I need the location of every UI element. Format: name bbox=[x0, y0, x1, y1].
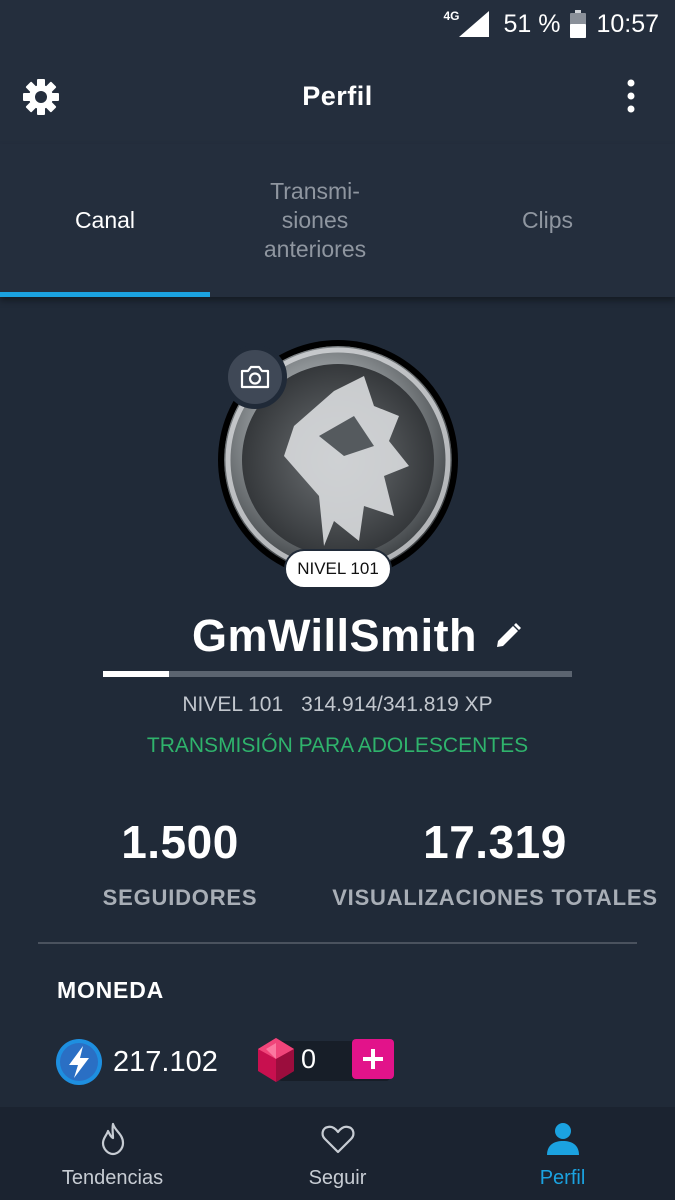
nav-item-profile[interactable]: Perfil bbox=[450, 1107, 675, 1200]
followers-label: SEGUIDORES bbox=[102, 885, 258, 910]
currency-title: MONEDA bbox=[57, 977, 165, 1003]
nav-label: Seguir bbox=[308, 1167, 367, 1189]
more-vert-icon[interactable] bbox=[623, 78, 639, 114]
bolt-icon bbox=[56, 1039, 102, 1085]
tab-past-broadcasts[interactable]: Transmi- siones anteriores bbox=[210, 144, 420, 297]
tab-clips[interactable]: Clips bbox=[420, 144, 675, 297]
followers-count: 1.500 bbox=[121, 816, 239, 868]
avatar-container: NIVEL 101 bbox=[218, 340, 458, 589]
bits-balance: 217.102 bbox=[113, 1046, 218, 1078]
nav-item-trending[interactable]: Tendencias bbox=[0, 1107, 225, 1200]
tab-label: Clips bbox=[521, 207, 574, 233]
nav-item-following[interactable]: Seguir bbox=[225, 1107, 450, 1200]
level-badge: NIVEL 101 bbox=[284, 549, 392, 589]
channel-content: NIVEL 101 GmWillSmith NIVEL 101 314.914/3… bbox=[0, 297, 675, 1107]
tab-canal[interactable]: Canal bbox=[0, 144, 210, 297]
network-type: 4G bbox=[443, 9, 460, 23]
xp-progress-fill bbox=[103, 671, 169, 677]
nav-label: Tendencias bbox=[61, 1167, 164, 1189]
username-row: GmWillSmith bbox=[0, 610, 675, 662]
username: GmWillSmith bbox=[191, 610, 478, 661]
battery-percent: 51 % bbox=[503, 9, 561, 38]
plus-icon bbox=[363, 1049, 383, 1069]
tab-bar: Canal Transmi- siones anteriores Clips bbox=[0, 144, 675, 297]
views-count: 17.319 bbox=[423, 816, 567, 868]
camera-icon bbox=[240, 365, 270, 389]
status-bar: 4G 51 % 10:57 bbox=[0, 0, 675, 48]
pencil-icon[interactable] bbox=[493, 621, 523, 651]
xp-info: NIVEL 101 314.914/341.819 XP bbox=[0, 693, 675, 717]
page-title: Perfil bbox=[302, 80, 373, 111]
xp-progress-bar bbox=[103, 671, 572, 677]
xp-text: 314.914/341.819 XP bbox=[301, 693, 493, 716]
change-photo-button[interactable] bbox=[223, 345, 287, 409]
gems-balance: 0 bbox=[301, 1044, 317, 1074]
signal-icon bbox=[459, 11, 490, 37]
tab-label: Canal bbox=[74, 207, 136, 233]
profile-screen: 4G 51 % 10:57 Perfil Canal Transmi- sion… bbox=[0, 0, 675, 1200]
battery-icon bbox=[570, 10, 587, 38]
gear-icon[interactable] bbox=[20, 76, 62, 118]
gem-icon bbox=[258, 1038, 294, 1082]
content-rating: TRANSMISIÓN PARA ADOLESCENTES bbox=[146, 734, 529, 757]
flame-icon bbox=[101, 1122, 124, 1156]
bottom-nav: Tendencias Seguir Perfil bbox=[0, 1107, 675, 1200]
add-gems-button[interactable] bbox=[352, 1039, 394, 1079]
nav-label: Perfil bbox=[539, 1167, 586, 1189]
gems-balance-group: 0 bbox=[256, 1037, 394, 1083]
followers-stat[interactable]: 1.500 SEGUIDORES bbox=[80, 815, 280, 911]
app-bar: Perfil bbox=[0, 48, 675, 144]
views-stat: 17.319 VISUALIZACIONES TOTALES bbox=[330, 815, 660, 911]
divider bbox=[38, 942, 637, 944]
views-label: VISUALIZACIONES TOTALES bbox=[332, 885, 658, 910]
clock: 10:57 bbox=[596, 9, 659, 38]
level-text: NIVEL 101 bbox=[182, 693, 284, 716]
person-icon bbox=[546, 1123, 579, 1155]
heart-icon bbox=[321, 1125, 354, 1154]
tab-label: Transmi- siones anteriores bbox=[263, 178, 367, 262]
